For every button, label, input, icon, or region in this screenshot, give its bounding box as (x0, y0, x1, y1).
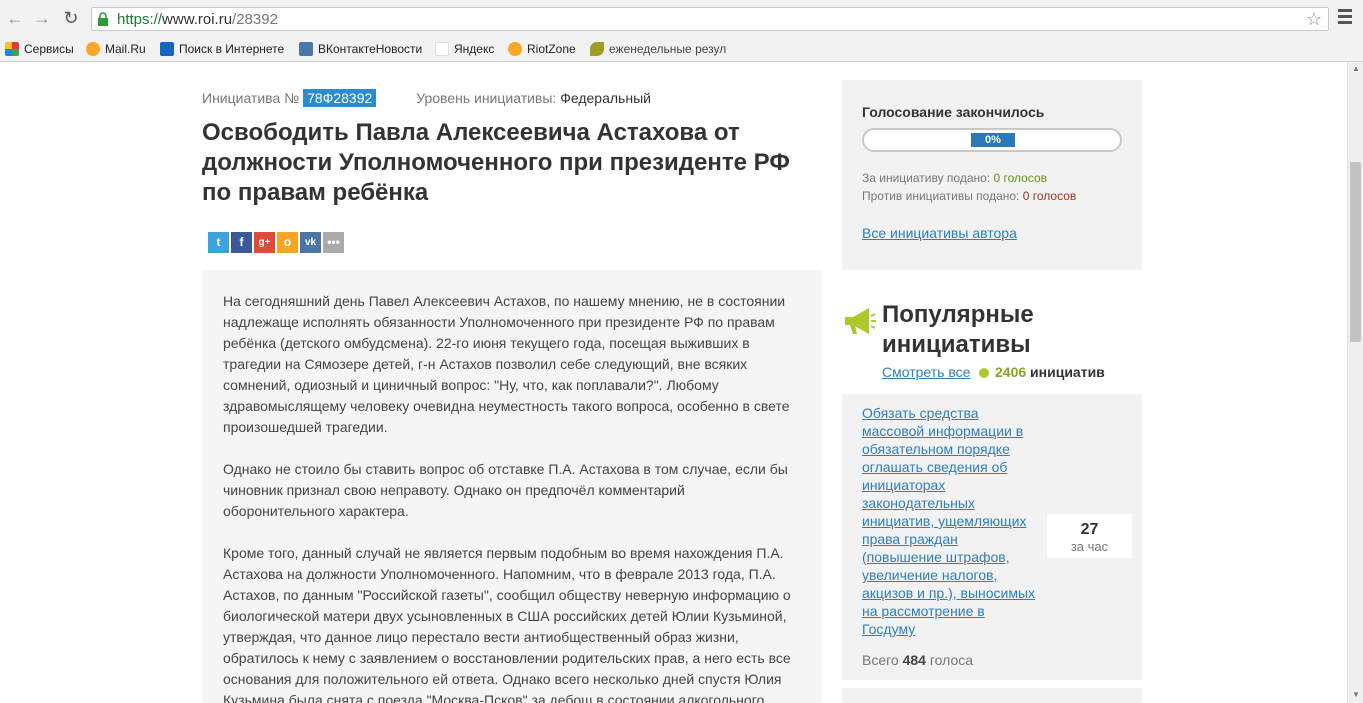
bookmark-label: Яндекс (454, 42, 495, 56)
bookmark-label: ВКонтактеНовости (318, 42, 423, 56)
riotzone-icon (508, 42, 522, 56)
bookmark-vk[interactable]: ВКонтактеНовости (299, 40, 422, 58)
address-bar[interactable]: https://www.roi.ru/28392 ☆ (91, 7, 1329, 31)
total-votes-label: Всего (862, 652, 899, 668)
bookmark-label: Поиск в Интернете (179, 42, 285, 56)
votes-against: Против инициативы подано: 0 голосов (862, 189, 1076, 203)
bookmark-label: еженедельные резул (609, 42, 727, 56)
vote-panel: Голосование закончилось 0% За инициативу… (842, 80, 1142, 270)
description-paragraph: Однако не стоило бы ставить вопрос об от… (223, 461, 788, 519)
bookmark-star-icon[interactable]: ☆ (1306, 9, 1322, 30)
bookmark-label: Mail.Ru (105, 42, 146, 56)
menu-icon[interactable] (1338, 9, 1352, 27)
status-dot-icon (979, 368, 989, 378)
vkontakte-icon[interactable]: vk (300, 232, 321, 253)
page-content: Инициатива № 78Ф28392 Уровень инициативы:… (0, 62, 1347, 703)
yandex-icon (435, 42, 449, 56)
lock-icon (98, 12, 108, 26)
initiative-meta: Инициатива № 78Ф28392 Уровень инициативы:… (202, 89, 651, 107)
mailru-icon (86, 42, 100, 56)
vkontakte-icon (299, 42, 313, 56)
total-votes-unit: голоса (929, 652, 974, 668)
megaphone-icon (845, 308, 876, 334)
popular-initiative-link[interactable]: Обязать средства массовой информации в о… (862, 404, 1040, 638)
twitter-icon[interactable]: t (208, 232, 229, 253)
bookmark-services[interactable]: Сервисы (5, 40, 74, 58)
votes-per-hour-badge: 27 за час (1047, 514, 1132, 558)
see-all-link[interactable]: Смотреть все (882, 364, 970, 380)
bookmark-riotzone[interactable]: RiotZone (508, 40, 576, 58)
votes-for-count: 0 голосов (993, 171, 1048, 185)
initiatives-count-label: инициатив (1030, 364, 1105, 380)
page-title: Освободить Павла Алексеевича Астахова от… (202, 119, 790, 206)
initiative-level: Уровень инициативы: Федеральный (416, 90, 651, 106)
initiative-number-badge: 78Ф28392 (303, 89, 377, 107)
url-path: /28392 (232, 11, 278, 28)
forward-arrow-icon[interactable]: → (32, 8, 52, 28)
bookmark-label: Сервисы (24, 42, 74, 56)
votes-for: За инициативу подано: 0 голосов (862, 171, 1047, 185)
initiatives-count: 2406 инициатив (995, 364, 1105, 380)
url-scheme: https:// (117, 11, 163, 28)
votes-per-hour-unit: за час (1070, 539, 1109, 554)
back-arrow-icon[interactable]: ← (5, 8, 25, 28)
facebook-icon[interactable]: f (231, 232, 252, 253)
vote-status-title: Голосование закончилось (862, 104, 1045, 120)
browser-toolbar: ← → ↻ https://www.roi.ru/28392 ☆ (0, 0, 1363, 37)
level-label: Уровень инициативы: (416, 90, 557, 106)
odnoklassniki-icon[interactable]: о (277, 232, 298, 253)
votes-against-count: 0 голосов (1022, 189, 1077, 203)
share-buttons: t f g+ о vk ••• (208, 232, 346, 253)
votes-for-label: За инициативу подано: (862, 171, 991, 185)
bookmark-weekly[interactable]: еженедельные резул (590, 40, 726, 58)
votes-against-label: Против инициативы подано: (862, 189, 1020, 203)
level-value: Федеральный (560, 90, 651, 106)
initiative-description: На сегодняшний день Павел Алексеевич Аст… (202, 270, 822, 703)
scrollbar-thumb[interactable] (1350, 162, 1361, 342)
vote-progress-bar: 0% (862, 128, 1122, 152)
description-paragraph: На сегодняшний день Павел Алексеевич Аст… (223, 293, 790, 435)
bookmark-label: RiotZone (527, 42, 576, 56)
bookmark-mailru[interactable]: Mail.Ru (86, 40, 146, 58)
bookmark-search[interactable]: Поиск в Интернете (160, 40, 284, 58)
leaf-icon (590, 42, 604, 56)
next-initiative-card (842, 688, 1142, 703)
url-host: www.roi.ru (162, 11, 233, 28)
search-icon (160, 42, 174, 56)
bookmarks-bar: Сервисы Mail.Ru Поиск в Интернете ВКонта… (0, 37, 1363, 62)
scroll-down-arrow-icon[interactable]: ▼ (1352, 690, 1360, 699)
initiative-number-label: Инициатива № (202, 90, 300, 106)
bookmark-yandex[interactable]: Яндекс (435, 40, 494, 58)
google-plus-icon[interactable]: g+ (254, 232, 275, 253)
scroll-up-arrow-icon[interactable]: ▲ (1352, 64, 1360, 73)
page-scrollbar[interactable]: ▲ ▼ (1347, 62, 1363, 703)
author-initiatives-link[interactable]: Все инициативы автора (862, 225, 1017, 241)
popular-initiatives-title: Популярные инициативы (882, 301, 1034, 358)
initiatives-count-value: 2406 (995, 364, 1027, 380)
total-votes-value: 484 (902, 652, 926, 668)
vote-progress-label: 0% (971, 133, 1015, 147)
description-paragraph: Кроме того, данный случай не является пе… (223, 545, 791, 703)
more-icon[interactable]: ••• (323, 232, 344, 253)
total-votes: Всего 484 голоса (862, 652, 973, 668)
votes-per-hour-value: 27 (1080, 521, 1099, 538)
apps-grid-icon (5, 42, 19, 56)
reload-icon[interactable]: ↻ (61, 8, 81, 28)
url-text: https://www.roi.ru/28392 (117, 11, 278, 28)
popular-initiative-card: Обязать средства массовой информации в о… (842, 394, 1142, 680)
